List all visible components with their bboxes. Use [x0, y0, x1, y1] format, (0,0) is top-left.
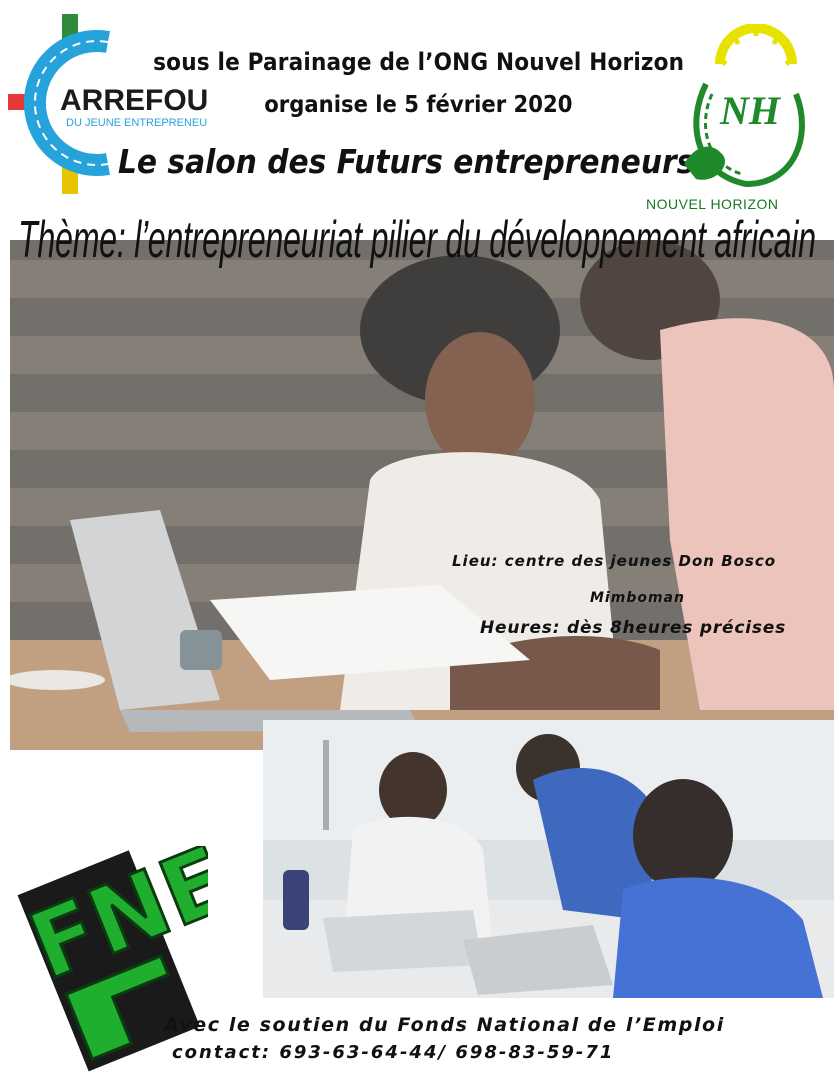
event-theme: Thème: l’entrepreneuriat pilier du dével…	[18, 211, 816, 269]
venue-district: Mimboman	[590, 590, 685, 606]
carrefour-subtitle: DU JEUNE ENTREPRENEUR	[66, 117, 208, 129]
venue-text: Lieu: centre des jeunes Don Bosco	[452, 552, 777, 570]
contact-line: contact: 693-63-64-44/ 698-83-59-71	[172, 1042, 615, 1063]
time-text: Heures: dès 8heures précises	[480, 618, 787, 638]
nh-monogram: NH	[719, 88, 782, 133]
fne-logo: FNE	[8, 824, 245, 1072]
event-title: Le salon des Futurs entrepreneurs	[118, 142, 695, 181]
bottom-photo	[263, 720, 834, 998]
top-photo	[10, 240, 834, 750]
nouvel-horizon-logo: NH	[676, 23, 816, 199]
support-line: Avec le soutien du Fonds National de l’E…	[164, 1014, 725, 1036]
